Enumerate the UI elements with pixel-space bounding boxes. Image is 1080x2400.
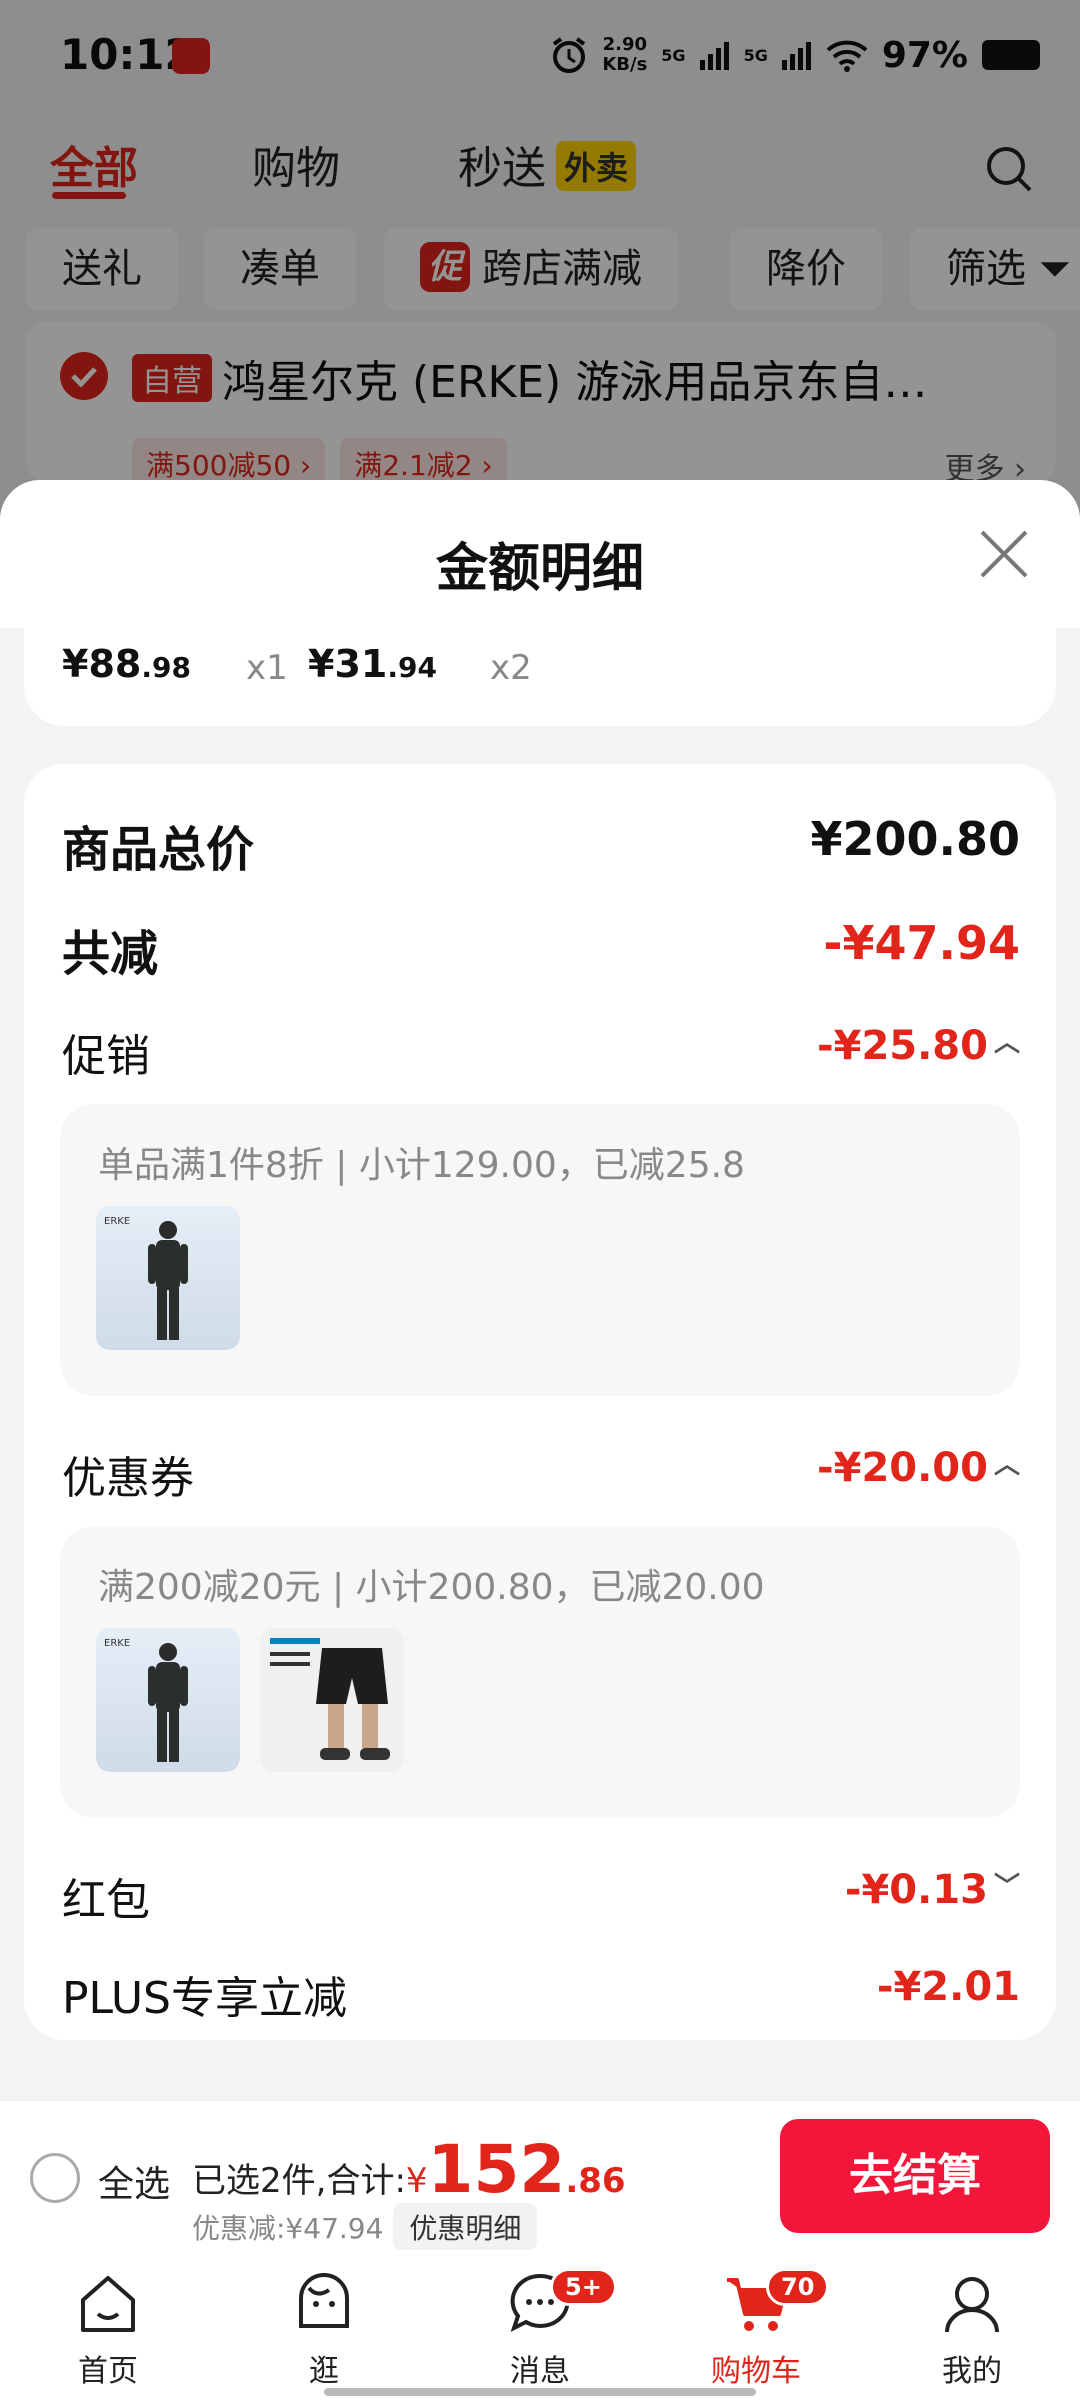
discount-detail-button[interactable]: 优惠明细 [393,2203,538,2251]
coupon-value: -¥20.00 [817,1445,988,1491]
selected-summary: 已选2件,合计:¥152.86 [192,2131,626,2208]
nav-messages[interactable]: 消息 5+ [470,2268,617,2390]
cart-badge: 70 [766,2268,830,2306]
amount-detail-sheet: 金额明细 ¥88.98 x1 ¥31.94 x2 商品总价 ¥200.80 共减… [0,480,1080,2100]
nav-messages-label: 消息 [510,2354,570,2389]
promo-value: -¥25.80 [817,1023,988,1069]
item-qty-2: x2 [490,648,532,688]
promo-label: 促销 [62,1031,150,1082]
product-thumb-swimsuit[interactable]: ERKE [96,1206,240,1350]
modal-overlay[interactable] [0,0,1080,540]
profile-icon [945,2277,999,2333]
total-currency: ¥ [405,2161,428,2201]
nav-home-label: 首页 [78,2354,138,2389]
home-icon [81,2276,135,2332]
goods-total-label: 商品总价 [62,822,255,878]
redpacket-row-toggle[interactable]: -¥0.13 ﹀ [845,1866,1020,1913]
goods-total-value: ¥200.80 [810,812,1020,866]
nav-mine-label: 我的 [942,2354,1002,2389]
plus-label: PLUS专享立减 [62,1973,347,2024]
nav-mine[interactable]: 我的 [902,2268,1042,2390]
browse-icon [299,2273,349,2328]
coupon-row-toggle[interactable]: -¥20.00 ︿ [817,1444,1020,1491]
total-reduce-value: -¥47.94 [823,916,1020,970]
select-all-label[interactable]: 全选 [98,2155,170,2207]
items-price-card: ¥88.98 x1 ¥31.94 x2 [24,628,1056,726]
nav-cart[interactable]: 购物车 70 [686,2268,830,2390]
close-icon[interactable] [978,528,1030,580]
select-all-radio[interactable] [30,2153,80,2203]
chevron-down-icon: ﹀ [993,1872,1020,1902]
sheet-header: 金额明细 [0,480,1080,628]
nav-cart-label: 购物车 [711,2354,801,2389]
svg-text:ERKE: ERKE [104,1216,130,1227]
coupon-detail-text: 满200减20元 | 小计200.80，已减20.00 [98,1567,765,1608]
item-price-2: ¥31.94 [308,642,437,686]
amount-breakdown-card: 商品总价 ¥200.80 共减 -¥47.94 促销 -¥25.80 ︿ 单品满1… [24,764,1056,2040]
nav-browse-label: 逛 [309,2354,339,2389]
nav-browse[interactable]: 逛 [254,2268,394,2390]
total-decimal: .86 [565,2161,626,2201]
svg-text:ERKE: ERKE [104,1638,130,1649]
coupon-detail-box: 满200减20元 | 小计200.80，已减20.00 ERKE [60,1526,1020,1818]
plus-value: -¥2.01 [876,1964,1020,2010]
bottom-nav: 首页 逛 消息 5+ 购物车 70 我的 [0,2250,1080,2400]
home-indicator[interactable] [324,2388,756,2396]
sheet-title: 金额明细 [435,539,644,599]
promo-detail-text: 单品满1件8折 | 小计129.00，已减25.8 [98,1145,745,1186]
summary-prefix: 已选2件,合计: [192,2161,406,2201]
messages-badge: 5+ [550,2268,617,2306]
coupon-label: 优惠券 [62,1453,194,1504]
redpacket-value: -¥0.13 [844,1867,988,1913]
product-thumb-shorts[interactable] [260,1628,404,1772]
promo-row-toggle[interactable]: -¥25.80 ︿ [817,1022,1020,1069]
chevron-up-icon: ︿ [993,1450,1020,1480]
discount-line: 优惠减:¥47.94 优惠明细 [192,2203,538,2251]
checkout-bar: 全选 已选2件,合计:¥152.86 优惠减:¥47.94 优惠明细 去结算 [0,2100,1080,2251]
promo-detail-box: 单品满1件8折 | 小计129.00，已减25.8 ERKE [60,1104,1020,1396]
chevron-up-icon: ︿ [993,1028,1020,1058]
product-thumb-swimsuit[interactable]: ERKE [96,1628,240,1772]
discount-amount: 优惠减:¥47.94 [192,2212,384,2245]
total-reduce-label: 共减 [62,926,159,982]
checkout-button[interactable]: 去结算 [780,2119,1050,2233]
total-integer: 152 [427,2131,566,2208]
item-price-1: ¥88.98 [62,642,191,686]
item-qty-1: x1 [246,648,288,688]
nav-home[interactable]: 首页 [38,2268,178,2390]
redpacket-label: 红包 [62,1875,150,1926]
